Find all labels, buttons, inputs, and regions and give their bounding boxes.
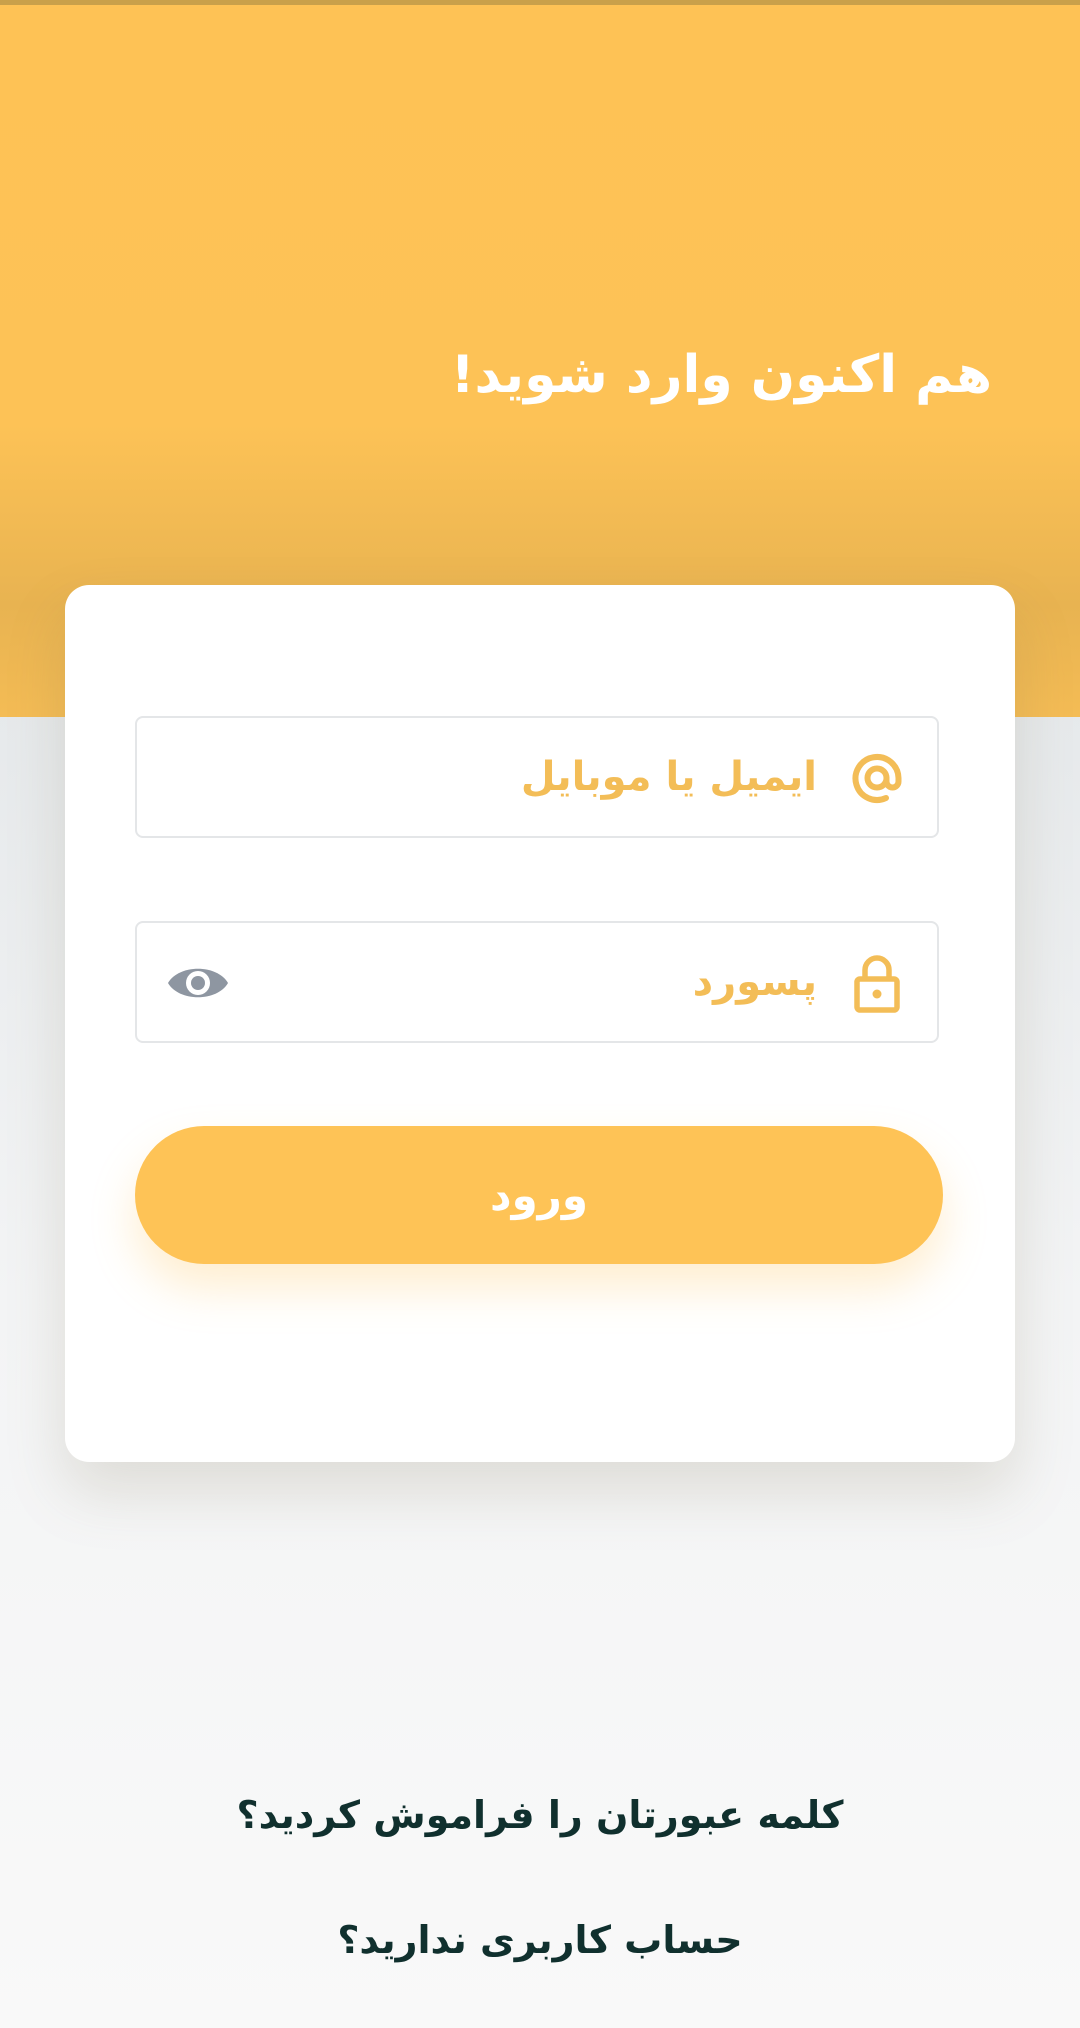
password-field[interactable] [135,921,939,1043]
signup-link[interactable]: حساب کاربری ندارید؟ [0,1918,1080,1962]
eye-icon[interactable] [167,953,229,1013]
lock-icon [854,955,900,1013]
page-title: هم اکنون وارد شوید! [450,345,992,405]
login-card: ورود [65,585,1015,1462]
email-input[interactable] [157,736,817,818]
forgot-password-link[interactable]: کلمه عبورتان را فراموش کردید؟ [0,1793,1080,1837]
email-field[interactable] [135,716,939,838]
password-input[interactable] [247,941,817,1023]
login-button[interactable]: ورود [135,1126,943,1264]
at-icon [852,753,902,803]
